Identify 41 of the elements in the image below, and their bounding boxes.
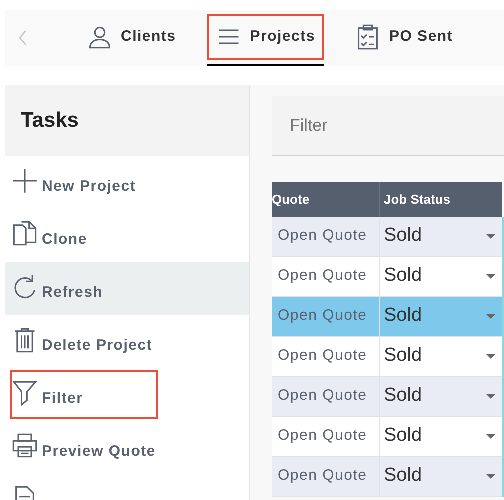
task-item[interactable]: Refresh [5, 262, 249, 315]
nav-tab[interactable]: Projects [207, 10, 324, 66]
nav-tab[interactable]: PO Sent [346, 10, 462, 66]
sidebar-title: Tasks [21, 108, 79, 134]
table-row[interactable]: Open Quote Sold [272, 297, 502, 337]
table-row[interactable]: Open Quote Sold [272, 417, 502, 457]
table-cell[interactable]: Open Quote [272, 257, 380, 296]
caret-icon [486, 274, 496, 279]
table-cell[interactable]: Open Quote [272, 217, 380, 256]
table-cell[interactable]: Open Quote [272, 337, 380, 376]
status-dropdown[interactable]: Sold [380, 457, 502, 496]
status-dropdown[interactable]: Sold [380, 257, 502, 296]
status-dropdown[interactable]: Sold [380, 337, 502, 376]
caret-icon [486, 394, 496, 399]
refresh-icon [12, 274, 38, 300]
table-cell[interactable]: Open Quote [272, 457, 380, 496]
status-dropdown[interactable]: Sold [380, 217, 502, 256]
nav-tab[interactable]: Clients [78, 10, 186, 66]
caret-icon [486, 314, 496, 319]
status-dropdown[interactable]: Sold [380, 377, 502, 416]
status-dropdown[interactable]: Sold [380, 297, 502, 336]
table-cell[interactable]: Open Quote [272, 377, 380, 416]
caret-icon [486, 474, 496, 479]
printer-icon [12, 433, 38, 459]
table-row[interactable]: Open Quote Sold [272, 337, 502, 377]
table-row[interactable]: Open Quote Sold [272, 257, 502, 297]
table-row[interactable]: Open Quote Sold [272, 457, 502, 497]
back-icon[interactable] [18, 30, 28, 46]
table-cell[interactable]: Open Quote [272, 417, 380, 456]
caret-icon [486, 234, 496, 239]
caret-icon [486, 354, 496, 359]
copy-icon [12, 221, 38, 247]
caret-icon [486, 434, 496, 439]
filter-icon [12, 380, 38, 406]
filter-field[interactable]: Filter [272, 96, 504, 156]
table-row[interactable]: Open Quote Sold [272, 217, 502, 257]
person-icon [87, 24, 113, 50]
plus-icon [12, 168, 38, 194]
table-row[interactable]: Open Quote Sold [272, 377, 502, 417]
status-dropdown[interactable]: Sold [380, 417, 502, 456]
column-header[interactable]: Job Status [380, 182, 502, 217]
